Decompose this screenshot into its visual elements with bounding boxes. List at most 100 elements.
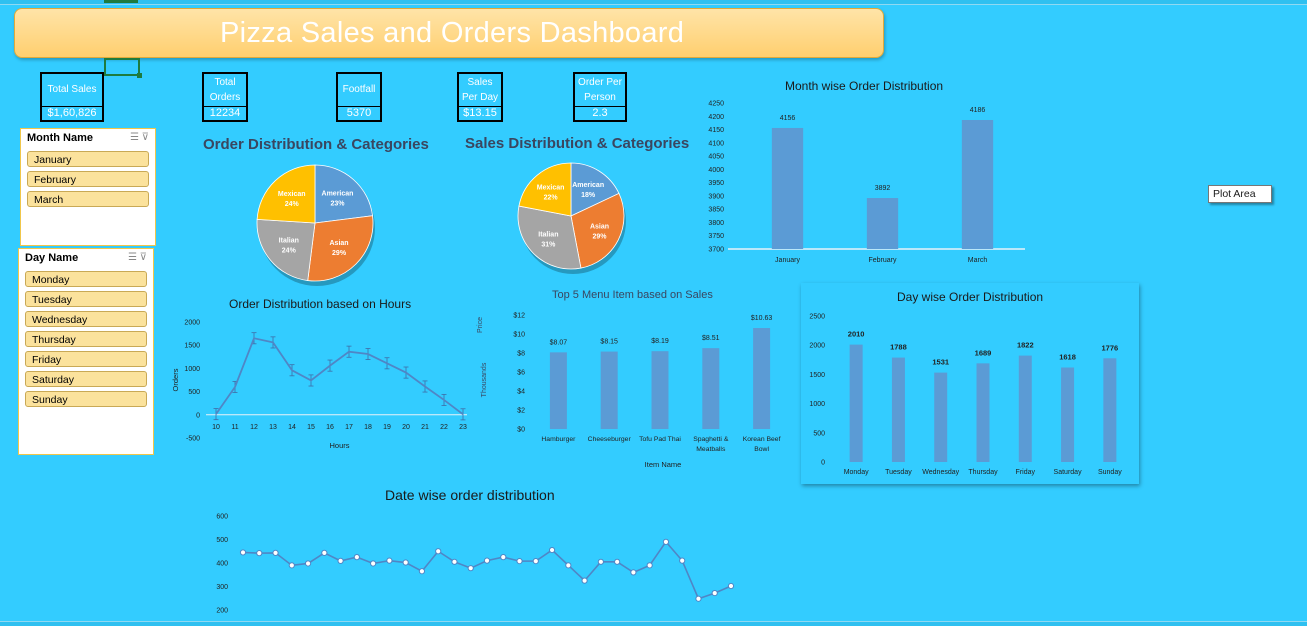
date-point-marker	[370, 560, 377, 567]
kpi-value: $1,60,826	[42, 106, 102, 119]
y-tick-label: 4050	[708, 154, 724, 161]
y-tick-label: 600	[216, 514, 228, 521]
x-tick-label: February	[868, 257, 897, 264]
slicer-item-wednesday[interactable]: Wednesday	[25, 311, 147, 327]
bar-value-label: $8.07	[550, 339, 568, 346]
y-tick-label: 3900	[708, 193, 724, 200]
slicer-item-saturday[interactable]: Saturday	[25, 371, 147, 387]
date-point-marker	[727, 582, 735, 590]
bar-value-label: 4156	[780, 115, 796, 122]
bar-monday	[849, 344, 863, 462]
day-slicer[interactable]: Day Name ☰ ⊽ Monday Tuesday Wednesday Th…	[18, 248, 154, 455]
y-tick-label: 3700	[708, 247, 724, 254]
slicer-item-friday[interactable]: Friday	[25, 351, 147, 367]
month-slicer[interactable]: Month Name ☰ ⊽ January February March	[20, 128, 156, 246]
y-tick-label: 4000	[708, 167, 724, 174]
sheet-tab-strip	[0, 621, 1307, 626]
x-tick-label: 18	[364, 424, 372, 431]
kpi-label: Total Sales	[47, 84, 97, 95]
slicer-item-sunday[interactable]: Sunday	[25, 391, 147, 407]
slicer-item-thursday[interactable]: Thursday	[25, 331, 147, 347]
hours-line-chart[interactable]: -500 0 500 1000 1500 2000 10 11 12 13 14 15 16 17 18 19…	[168, 310, 478, 455]
y-tick-label: 2000	[809, 343, 825, 350]
slicer-multiselect-icon[interactable]: ☰ ⊽	[130, 132, 149, 143]
sales-pie-chart[interactable]: American 18%Asian 29%Italian 31%Mexican 22%	[508, 160, 638, 280]
bar-february	[866, 198, 899, 249]
kpi-label-line2: Person	[584, 92, 616, 103]
bar-value-label: 3892	[875, 185, 891, 192]
date-point-marker	[304, 560, 312, 567]
order-pie-title: Order Distribution & Categories	[203, 136, 429, 153]
y-tick-label: 4200	[708, 114, 724, 121]
date-point-marker	[353, 554, 360, 561]
y-tick-label: 3950	[708, 180, 724, 187]
x-axis-title: Hours	[329, 441, 349, 450]
y-tick-label: 200	[216, 608, 228, 615]
bar-value-label: 1788	[890, 343, 907, 352]
date-point-marker	[630, 569, 637, 576]
slicer-item-february[interactable]: February	[27, 171, 149, 187]
date-point-marker	[597, 558, 604, 565]
x-tick-label: Meatballs	[696, 446, 726, 453]
y-tick-label: 500	[216, 537, 228, 544]
date-series-line	[242, 540, 732, 600]
slicer-item-january[interactable]: January	[27, 151, 149, 167]
bar-menu-item	[600, 351, 618, 429]
kpi-value: $13.15	[459, 106, 501, 119]
y-tick-label: 500	[813, 430, 825, 437]
y-tick-label: -500	[186, 436, 200, 443]
y-tick-label: $10	[513, 332, 525, 339]
slicer-item-tuesday[interactable]: Tuesday	[25, 291, 147, 307]
date-point-marker	[467, 565, 474, 572]
x-tick-label: Thursday	[968, 469, 998, 476]
column-header-strip	[0, 0, 1307, 5]
date-chart-title: Date wise order distribution	[385, 487, 555, 503]
month-bar-chart[interactable]: 3700 3750 3800 3850 3900 3950 4000 4050 4100 4150…	[700, 95, 1035, 270]
x-tick-label: 11	[231, 424, 238, 431]
bar-thursday	[976, 363, 990, 462]
bar-march	[961, 119, 994, 249]
x-tick-label: Friday	[1016, 469, 1036, 476]
date-point-marker	[679, 557, 686, 564]
date-line-chart[interactable]: 200 300 400 500 600	[200, 505, 760, 620]
slicer-item-monday[interactable]: Monday	[25, 271, 147, 287]
date-point-marker	[548, 546, 556, 554]
bar-friday	[1018, 355, 1032, 462]
bar-saturday	[1061, 367, 1075, 462]
y-tick-label: 1000	[809, 401, 825, 408]
kpi-label-line1: Sales	[467, 77, 493, 88]
bar-menu-item	[702, 348, 720, 429]
x-tick-label: Monday	[844, 469, 869, 476]
x-tick-label: Wednesday	[922, 469, 959, 476]
x-tick-label: 14	[288, 424, 296, 431]
slicer-item-march[interactable]: March	[27, 191, 149, 207]
date-point-marker	[386, 557, 393, 564]
order-pie-chart[interactable]: American 23%Asian 29%Italian 24%Mexican 24%	[245, 160, 385, 290]
slicer-multiselect-icon[interactable]: ☰ ⊽	[128, 252, 147, 263]
menu-bar-chart[interactable]: $0 $2 $4 $6 $8 $10 $12 Price Thousands $8.07 Hambu…	[475, 303, 795, 473]
y-tick-label: $12	[513, 313, 525, 320]
date-point-marker	[662, 538, 670, 545]
kpi-label: Footfall	[342, 84, 376, 95]
bar-wednesday	[934, 372, 948, 462]
y-tick-label: $4	[517, 389, 525, 396]
month-chart-title: Month wise Order Distribution	[785, 79, 944, 93]
date-point-marker	[614, 558, 621, 565]
date-point-marker	[483, 557, 491, 564]
x-tick-label: 13	[269, 424, 277, 431]
selected-cell[interactable]	[104, 58, 142, 78]
day-bar-chart[interactable]: 0 500 1000 1500 2000 2500 2010 Monday 1788 Tuesda…	[801, 303, 1139, 481]
kpi-footfall: Footfall 5370	[336, 72, 382, 122]
bar-value-label: 4186	[970, 107, 986, 114]
day-slicer-title: Day Name	[25, 252, 79, 264]
x-tick-label: Cheeseburger	[588, 436, 632, 443]
plot-area-tooltip: Plot Area	[1208, 185, 1272, 203]
date-point-marker	[565, 562, 572, 569]
hours-chart-title: Order Distribution based on Hours	[229, 297, 412, 311]
x-axis-title: Item Name	[645, 460, 682, 469]
y-tick-label: 3850	[708, 207, 724, 214]
kpi-total-orders: Total Orders 12234	[202, 72, 248, 122]
month-slicer-title: Month Name	[27, 132, 93, 144]
y-axis-unit: Thousands	[481, 362, 488, 397]
bar-january	[771, 127, 804, 249]
